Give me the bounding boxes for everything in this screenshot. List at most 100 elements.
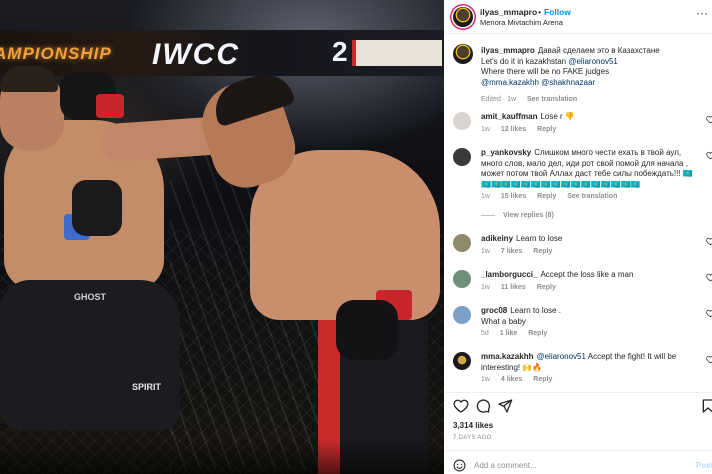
comment-text: _lamborgucci_ Accept the loss like a man: [481, 270, 695, 281]
view-replies-label: View replies (8): [503, 212, 554, 219]
header-separator: •: [538, 7, 541, 17]
comment-meta: 5d 1 like Reply: [481, 330, 556, 337]
caption-avatar[interactable]: [453, 44, 473, 64]
comment-likes[interactable]: 4 likes: [501, 376, 522, 383]
comment-likes[interactable]: 1 like: [500, 330, 518, 337]
comment-reply-button[interactable]: Reply: [533, 376, 552, 383]
comment-body: Learn to lose .: [510, 306, 561, 315]
comment-time: 5d: [481, 330, 489, 337]
comment-body: Accept the loss like a man: [540, 270, 634, 279]
post-actions: 3,314 likes 7 DAYS AGO: [444, 392, 712, 450]
caption-meta: Edited · 1w See translation: [481, 96, 586, 103]
right-fighter-glove-bottom: [336, 300, 398, 360]
shorts-sponsor-label: SPIRIT: [132, 382, 162, 392]
like-comment-heart-icon[interactable]: [706, 115, 712, 124]
caption-line-2: Let's do it in kazakhstan: [481, 56, 569, 66]
author-avatar[interactable]: [453, 7, 473, 27]
comment-translate-button[interactable]: See translation: [567, 193, 617, 200]
emoji-icon[interactable]: [453, 459, 466, 472]
post-date[interactable]: 7 DAYS AGO: [453, 435, 492, 441]
comment-likes[interactable]: 12 likes: [501, 126, 526, 133]
like-comment-heart-icon[interactable]: [706, 273, 712, 282]
like-heart-icon[interactable]: [453, 398, 469, 414]
banner-number: 2: [332, 36, 348, 67]
shorts-brand-label: GHOST: [74, 292, 107, 302]
comment-avatar[interactable]: [453, 306, 471, 324]
comment-time: 1w: [481, 126, 490, 133]
like-comment-heart-icon[interactable]: [706, 355, 712, 364]
comment-meta: 1w 12 likes Reply: [481, 126, 565, 133]
comment-username[interactable]: _lamborgucci_: [481, 270, 537, 279]
comment-meta: 1w 11 likes Reply: [481, 284, 565, 291]
comment-time: 1w: [481, 193, 490, 200]
comment-reply-button[interactable]: Reply: [528, 330, 547, 337]
comment-text: p_yankovsky Слишком много чести ехать в т…: [481, 148, 695, 190]
left-fighter-hair: [0, 66, 58, 92]
like-comment-heart-icon[interactable]: [706, 151, 712, 160]
comment-username[interactable]: adikeiny: [481, 234, 513, 243]
view-replies-button[interactable]: View replies (8): [481, 212, 554, 219]
comment-meta: 1w 4 likes Reply: [481, 376, 561, 383]
comment-reply-button[interactable]: Reply: [537, 193, 556, 200]
comments-list[interactable]: ilyas_mmapro Давай сделаем это в Казахста…: [444, 36, 712, 392]
like-comment-heart-icon[interactable]: [706, 309, 712, 318]
caption-line-3: Where there will be no FAKE judges: [481, 67, 610, 76]
like-comment-heart-icon[interactable]: [706, 237, 712, 246]
comment-body-line-2: What a baby: [481, 316, 526, 326]
caption-edited: Edited · 1w: [481, 96, 517, 103]
comment-avatar[interactable]: [453, 112, 471, 130]
comment-text: adikeiny Learn to lose: [481, 234, 695, 245]
comment-meta: 1w 7 likes Reply: [481, 248, 561, 255]
comment-bubble-icon[interactable]: [475, 398, 491, 414]
caption-text: ilyas_mmapro Давай сделаем это в Казахста…: [481, 46, 695, 88]
comment-likes[interactable]: 15 likes: [501, 193, 526, 200]
left-fighter-glove: [72, 180, 122, 236]
comment-time: 1w: [481, 376, 490, 383]
follow-button[interactable]: Follow: [544, 7, 571, 17]
comment-reply-button[interactable]: Reply: [537, 126, 556, 133]
comment-username[interactable]: p_yankovsky: [481, 148, 531, 157]
comment-avatar[interactable]: [453, 148, 471, 166]
comment-body: Lose r 👎: [540, 112, 575, 121]
comment-username[interactable]: amit_kauffman: [481, 112, 537, 121]
likes-count[interactable]: 3,314 likes: [453, 421, 493, 430]
comment-likes[interactable]: 7 likes: [501, 248, 522, 255]
caption-mention[interactable]: @eliaronov51: [568, 57, 617, 66]
comment-avatar[interactable]: [453, 270, 471, 288]
floor-shadow: [0, 440, 444, 474]
comment-likes[interactable]: 11 likes: [501, 284, 526, 291]
comment-avatar[interactable]: [453, 234, 471, 252]
comment-avatar[interactable]: [453, 352, 471, 370]
comment-text: amit_kauffman Lose r 👎: [481, 112, 695, 123]
comment-username[interactable]: groc08: [481, 306, 507, 315]
comment-reply-button[interactable]: Reply: [533, 248, 552, 255]
caption-username[interactable]: ilyas_mmapro: [481, 46, 535, 55]
comment-text: mma.kazakhh @eliaronov51 Accept the fight…: [481, 352, 695, 373]
comment-username[interactable]: mma.kazakhh: [481, 352, 533, 361]
right-fighter-wrap-top: [96, 94, 124, 118]
post-header: ilyas_mmapro • Follow Menora Mivtachim A…: [444, 0, 712, 34]
comment-text: groc08 Learn to lose . What a baby: [481, 306, 695, 327]
save-bookmark-icon[interactable]: [700, 398, 712, 414]
banner-sponsor-badge: [352, 40, 442, 66]
comment-body: Learn to lose: [516, 234, 563, 243]
caption-mentions-line[interactable]: @mma.kazakhh @shakhnazaar: [481, 78, 595, 87]
caption-line-1: Давай сделаем это в Казахстане: [537, 46, 660, 55]
post-comment-button[interactable]: Post: [696, 461, 712, 470]
banner-championship-text: AMPIONSHIP: [0, 44, 112, 63]
replies-divider: [481, 214, 495, 216]
post-image[interactable]: AMPIONSHIP IWCC 2 GHOST SPIRIT: [0, 0, 444, 474]
comment-reply-button[interactable]: Reply: [537, 284, 556, 291]
share-paper-plane-icon[interactable]: [497, 398, 513, 414]
post-location[interactable]: Menora Mivtachim Arena: [480, 18, 563, 27]
post-side-panel: ilyas_mmapro • Follow Menora Mivtachim A…: [444, 0, 712, 474]
banner-logo-text: IWCC: [152, 38, 240, 71]
comment-mention[interactable]: @eliaronov51: [536, 352, 585, 361]
left-fighter-shorts: [0, 280, 180, 430]
add-comment-bar: Post: [444, 450, 712, 474]
author-username[interactable]: ilyas_mmapro: [480, 7, 537, 17]
more-options-icon[interactable]: ···: [696, 6, 708, 20]
comment-time: 1w: [481, 284, 490, 291]
caption-translate-button[interactable]: See translation: [527, 96, 577, 103]
comment-input[interactable]: [474, 457, 684, 473]
